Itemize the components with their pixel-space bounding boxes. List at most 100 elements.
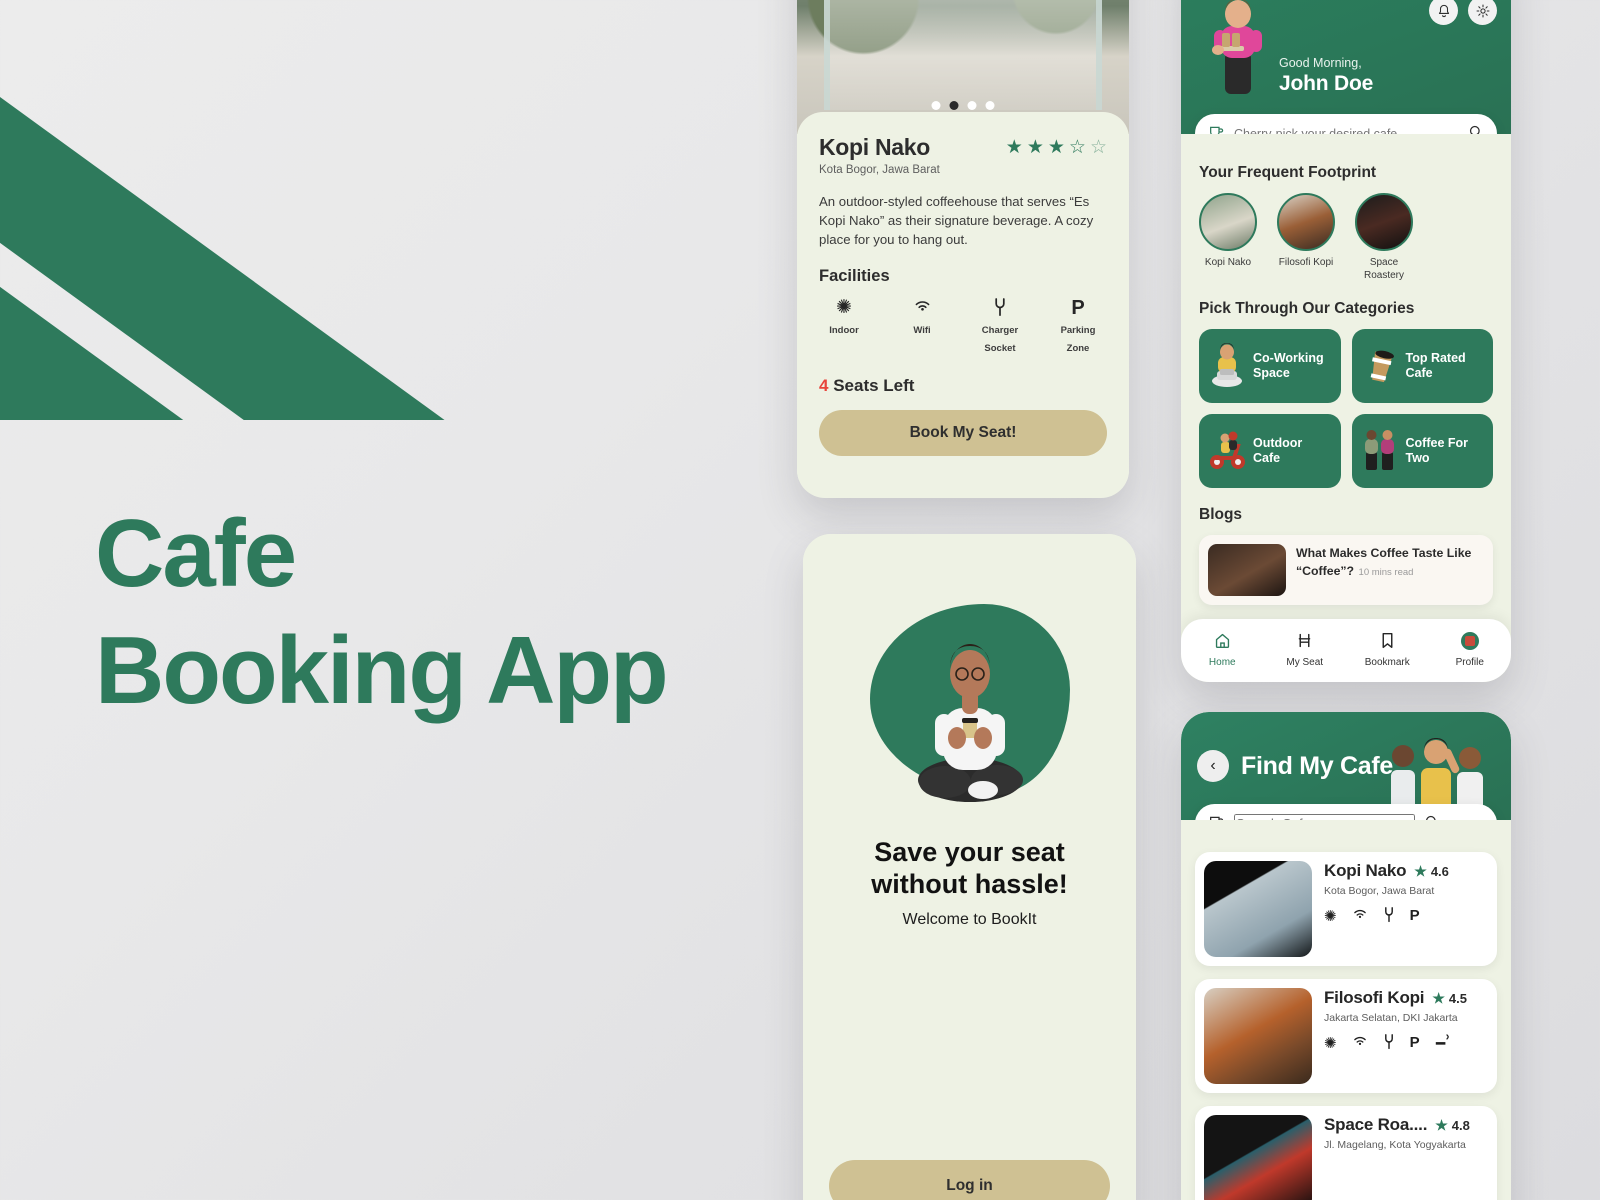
frequent-item[interactable]: Kopi Nako	[1199, 193, 1257, 282]
star-half-icon: ☆	[1068, 137, 1086, 158]
scooter-icon	[1210, 431, 1245, 469]
rating-stars: ★ ★ ★ ☆ ☆	[1006, 138, 1107, 157]
facility-label: Indoor	[829, 325, 859, 337]
facility-icons: ✺ P	[1324, 907, 1449, 927]
frequent-item[interactable]: Space Roastery	[1355, 193, 1413, 282]
cafe-location: Jakarta Selatan, DKI Jakarta	[1324, 1012, 1458, 1024]
categories-grid: Co-Working Space Top Rated Cafe Outdoor …	[1199, 329, 1493, 488]
star-full-icon: ★	[1026, 137, 1044, 158]
facility-wifi: Wifi	[897, 298, 947, 356]
seats-count: 4	[819, 376, 829, 396]
frequent-avatar	[1355, 193, 1413, 251]
find-search-input[interactable]	[1234, 814, 1415, 820]
book-my-seat-button[interactable]: Book My Seat!	[819, 410, 1107, 457]
find-header: ‹ Find My Cafe	[1181, 712, 1511, 820]
facility-parking: P Parking Zone	[1053, 298, 1103, 356]
star-empty-icon: ☆	[1089, 137, 1107, 158]
coffee-cup-icon	[1209, 814, 1224, 820]
wifi-icon	[897, 298, 947, 320]
parking-icon: P	[1409, 1034, 1420, 1051]
tab-profile[interactable]: Profile	[1429, 631, 1512, 670]
rating: ★ 4.5	[1432, 990, 1467, 1007]
frequent-item[interactable]: Filosofi Kopi	[1277, 193, 1335, 282]
carousel-dot[interactable]	[985, 101, 995, 110]
seat-icon	[1264, 632, 1347, 652]
rating-value: 4.8	[1451, 1117, 1470, 1133]
cafe-detail-body: Kopi Nako Kota Bogor, Jawa Barat ★ ★ ★ ☆…	[797, 112, 1129, 481]
onboarding-headline-2: without hassle!	[871, 869, 1068, 900]
rating-value: 4.6	[1430, 863, 1449, 879]
find-search-bar[interactable]	[1195, 804, 1497, 820]
plug-icon	[975, 298, 1025, 320]
cafe-description: An outdoor-styled coffeehouse that serve…	[819, 194, 1094, 248]
cafe-detail-screen: Kopi Nako Kota Bogor, Jawa Barat ★ ★ ★ ☆…	[797, 0, 1129, 498]
carousel-dot-active[interactable]	[949, 101, 959, 110]
hero-line-2: Booking App	[95, 617, 669, 725]
category-coffee-for-two[interactable]: Coffee For Two	[1351, 414, 1493, 488]
coffee-cup-icon	[1370, 350, 1394, 383]
blog-card[interactable]: What Makes Coffee Taste Like “Coffee”? 1…	[1199, 535, 1493, 605]
login-button[interactable]: Log in	[829, 1160, 1110, 1200]
avatar-illustration	[1212, 0, 1262, 94]
bell-icon[interactable]	[1429, 0, 1458, 25]
frequent-avatar	[1277, 193, 1335, 251]
star-icon: ★	[1435, 1116, 1448, 1133]
find-my-cafe-screen: ‹ Find My Cafe Search Cafe Kopi Nako ★ 4…	[1181, 712, 1511, 1200]
plug-icon	[1383, 907, 1395, 927]
facility-label: Wifi	[913, 325, 931, 337]
stripe-secondary	[0, 0, 631, 420]
blog-meta: 10 mins read	[1358, 567, 1414, 578]
facility-label: Parking Zone	[1060, 325, 1096, 355]
list-item[interactable]: Filosofi Kopi ★ 4.5 Jakarta Selatan, DKI…	[1195, 979, 1497, 1093]
cafe-location: Kota Bogor, Jawa Barat	[1324, 885, 1435, 897]
home-icon	[1181, 632, 1264, 652]
rating: ★ 4.8	[1435, 1117, 1470, 1134]
onboarding-headline-1: Save your seat	[874, 837, 1065, 867]
tab-my-seat[interactable]: My Seat	[1264, 632, 1347, 670]
list-item[interactable]: Space Roa.... ★ 4.8 Jl. Magelang, Kota Y…	[1195, 1106, 1497, 1200]
star-icon: ★	[1432, 989, 1445, 1006]
search-icon[interactable]	[1425, 815, 1439, 820]
blogs-title: Blogs	[1199, 506, 1243, 523]
cafe-thumbnail	[1204, 988, 1312, 1084]
plug-icon	[1383, 1034, 1395, 1054]
home-screen: Good Morning, John Doe Your Frequent Foo…	[1181, 0, 1511, 682]
home-body: Your Frequent Footprint Kopi Nako Filoso…	[1181, 134, 1511, 682]
carousel-dot[interactable]	[931, 101, 941, 110]
facility-label: Charger Socket	[981, 325, 1019, 355]
cafe-location: Jl. Magelang, Kota Yogyakarta	[1324, 1139, 1466, 1151]
cafe-location: Kota Bogor, Jawa Barat	[819, 164, 940, 176]
tab-bookmark[interactable]: Bookmark	[1346, 632, 1429, 670]
tab-label: Bookmark	[1364, 656, 1410, 668]
chevron-left-icon: ‹	[1210, 757, 1216, 774]
frequent-label: Kopi Nako	[1204, 257, 1252, 268]
category-label: Co-Working Space	[1253, 351, 1324, 380]
bottom-tab-bar: Home My Seat Bookmark Profile	[1181, 619, 1511, 682]
list-item[interactable]: Kopi Nako ★ 4.6 Kota Bogor, Jawa Barat ✺…	[1195, 852, 1497, 966]
frequent-footprint-title: Your Frequent Footprint	[1199, 164, 1377, 181]
cafe-thumbnail	[1204, 1115, 1312, 1200]
smoking-area-icon	[1435, 1034, 1451, 1054]
blog-thumbnail	[1208, 544, 1286, 596]
cafe-name: Kopi Nako	[819, 134, 931, 160]
rating: ★ 4.6	[1414, 863, 1449, 880]
greeting-text: Good Morning,	[1279, 56, 1362, 70]
category-co-working-space[interactable]: Co-Working Space	[1199, 329, 1341, 403]
facilities-title: Facilities	[819, 267, 890, 286]
user-name: John Doe	[1279, 72, 1374, 95]
carousel-dots[interactable]	[931, 101, 995, 110]
category-outdoor-cafe[interactable]: Outdoor Cafe	[1199, 414, 1341, 488]
back-button[interactable]: ‹	[1197, 750, 1229, 782]
carousel-dot[interactable]	[967, 101, 977, 110]
cafe-results-list: Kopi Nako ★ 4.6 Kota Bogor, Jawa Barat ✺…	[1181, 820, 1511, 1200]
frequent-label: Space Roastery	[1363, 257, 1404, 281]
parking-icon: P	[1409, 907, 1420, 924]
onboarding-screen: Save your seat without hassle! Welcome t…	[803, 534, 1136, 1200]
star-full-icon: ★	[1047, 137, 1065, 158]
seats-left: 4 Seats Left	[819, 376, 1107, 396]
tab-home[interactable]: Home	[1181, 632, 1264, 670]
onboarding-illustration	[869, 604, 1070, 802]
gear-icon[interactable]	[1468, 0, 1497, 25]
tab-label: Home	[1208, 656, 1236, 668]
category-top-rated-cafe[interactable]: Top Rated Cafe	[1351, 329, 1493, 403]
